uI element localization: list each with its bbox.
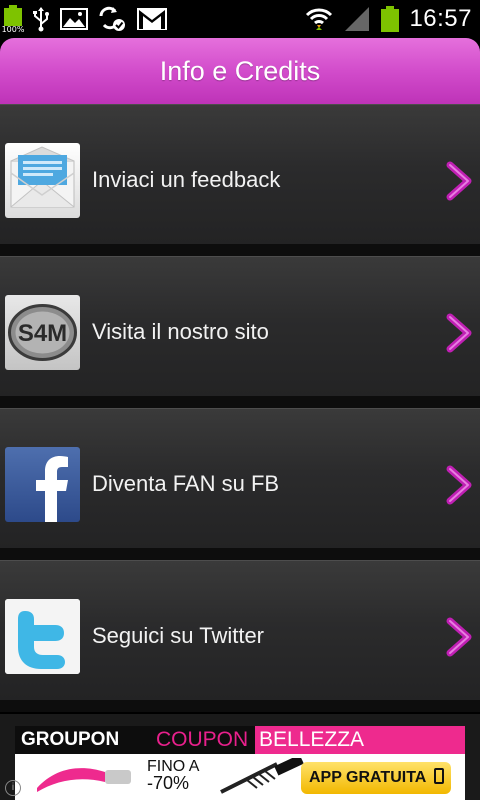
system-icons: 16:57 — [305, 4, 472, 34]
twitter-icon — [5, 599, 80, 674]
facebook-icon — [5, 447, 80, 522]
usb-icon — [33, 7, 49, 32]
ad-cta-label: APP GRATUITA — [309, 769, 426, 786]
ad-discount-line2: -70% — [147, 773, 190, 793]
menu-item-label: Inviaci un feedback — [92, 167, 281, 192]
ad-bottom-row: FINO A -70% APP GRATUITA — [15, 754, 465, 800]
phone-icon — [434, 768, 445, 784]
menu-item-label: Diventa FAN su FB — [92, 471, 280, 496]
menu-item-facebook[interactable]: Diventa FAN su FB — [0, 408, 480, 548]
wifi-icon — [306, 8, 333, 30]
ad-banner[interactable]: GROUPON COUPON BELLEZZA FINO A -70% APP … — [15, 726, 465, 800]
ad-cta-button[interactable]: APP GRATUITA — [301, 762, 451, 794]
status-bar: 100% 16:57 — [0, 0, 480, 38]
svg-text:S4M: S4M — [18, 320, 67, 347]
battery-icon — [381, 6, 400, 32]
s4m-logo-icon: S4M — [5, 295, 80, 370]
chevron-right-icon — [446, 617, 472, 657]
lipstick-icon — [37, 768, 131, 792]
chevron-right-icon — [446, 161, 472, 201]
gallery-icon — [60, 8, 88, 30]
sync-check-icon — [99, 6, 125, 31]
ad-brand: GROUPON — [15, 726, 150, 754]
battery-full-icon: 100% — [2, 5, 24, 34]
ad-area: GROUPON COUPON BELLEZZA FINO A -70% APP … — [0, 714, 480, 800]
notification-icons: 100% — [2, 4, 168, 34]
battery-percent: 100% — [1, 25, 25, 34]
divider — [0, 244, 480, 256]
divider — [0, 396, 480, 408]
ad-top-row: GROUPON COUPON BELLEZZA — [15, 726, 465, 754]
ad-info-icon[interactable]: i — [5, 780, 21, 796]
menu-item-website[interactable]: S4M Visita il nostro sito — [0, 256, 480, 396]
divider — [0, 700, 480, 712]
menu-item-feedback[interactable]: Inviaci un feedback — [0, 104, 480, 244]
menu-item-label: Visita il nostro sito — [92, 319, 269, 344]
menu-item-twitter[interactable]: Seguici su Twitter — [0, 560, 480, 700]
screen: 100% 16:57 Info e Credits Inviaci un fee… — [0, 0, 480, 800]
menu-item-label: Seguici su Twitter — [92, 623, 265, 648]
chevron-right-icon — [446, 465, 472, 505]
header-bar: Info e Credits — [0, 38, 480, 104]
gmail-icon — [137, 8, 167, 30]
email-envelope-icon — [5, 143, 80, 218]
signal-icon — [345, 7, 370, 31]
ad-discount: FINO A -70% — [147, 758, 217, 792]
divider — [0, 548, 480, 560]
clock: 16:57 — [409, 5, 472, 32]
chevron-right-icon — [446, 313, 472, 353]
ad-coupon: COUPON — [150, 726, 255, 754]
mascara-icon — [220, 758, 304, 794]
ad-category: BELLEZZA — [255, 726, 465, 754]
page-title: Info e Credits — [159, 55, 321, 86]
